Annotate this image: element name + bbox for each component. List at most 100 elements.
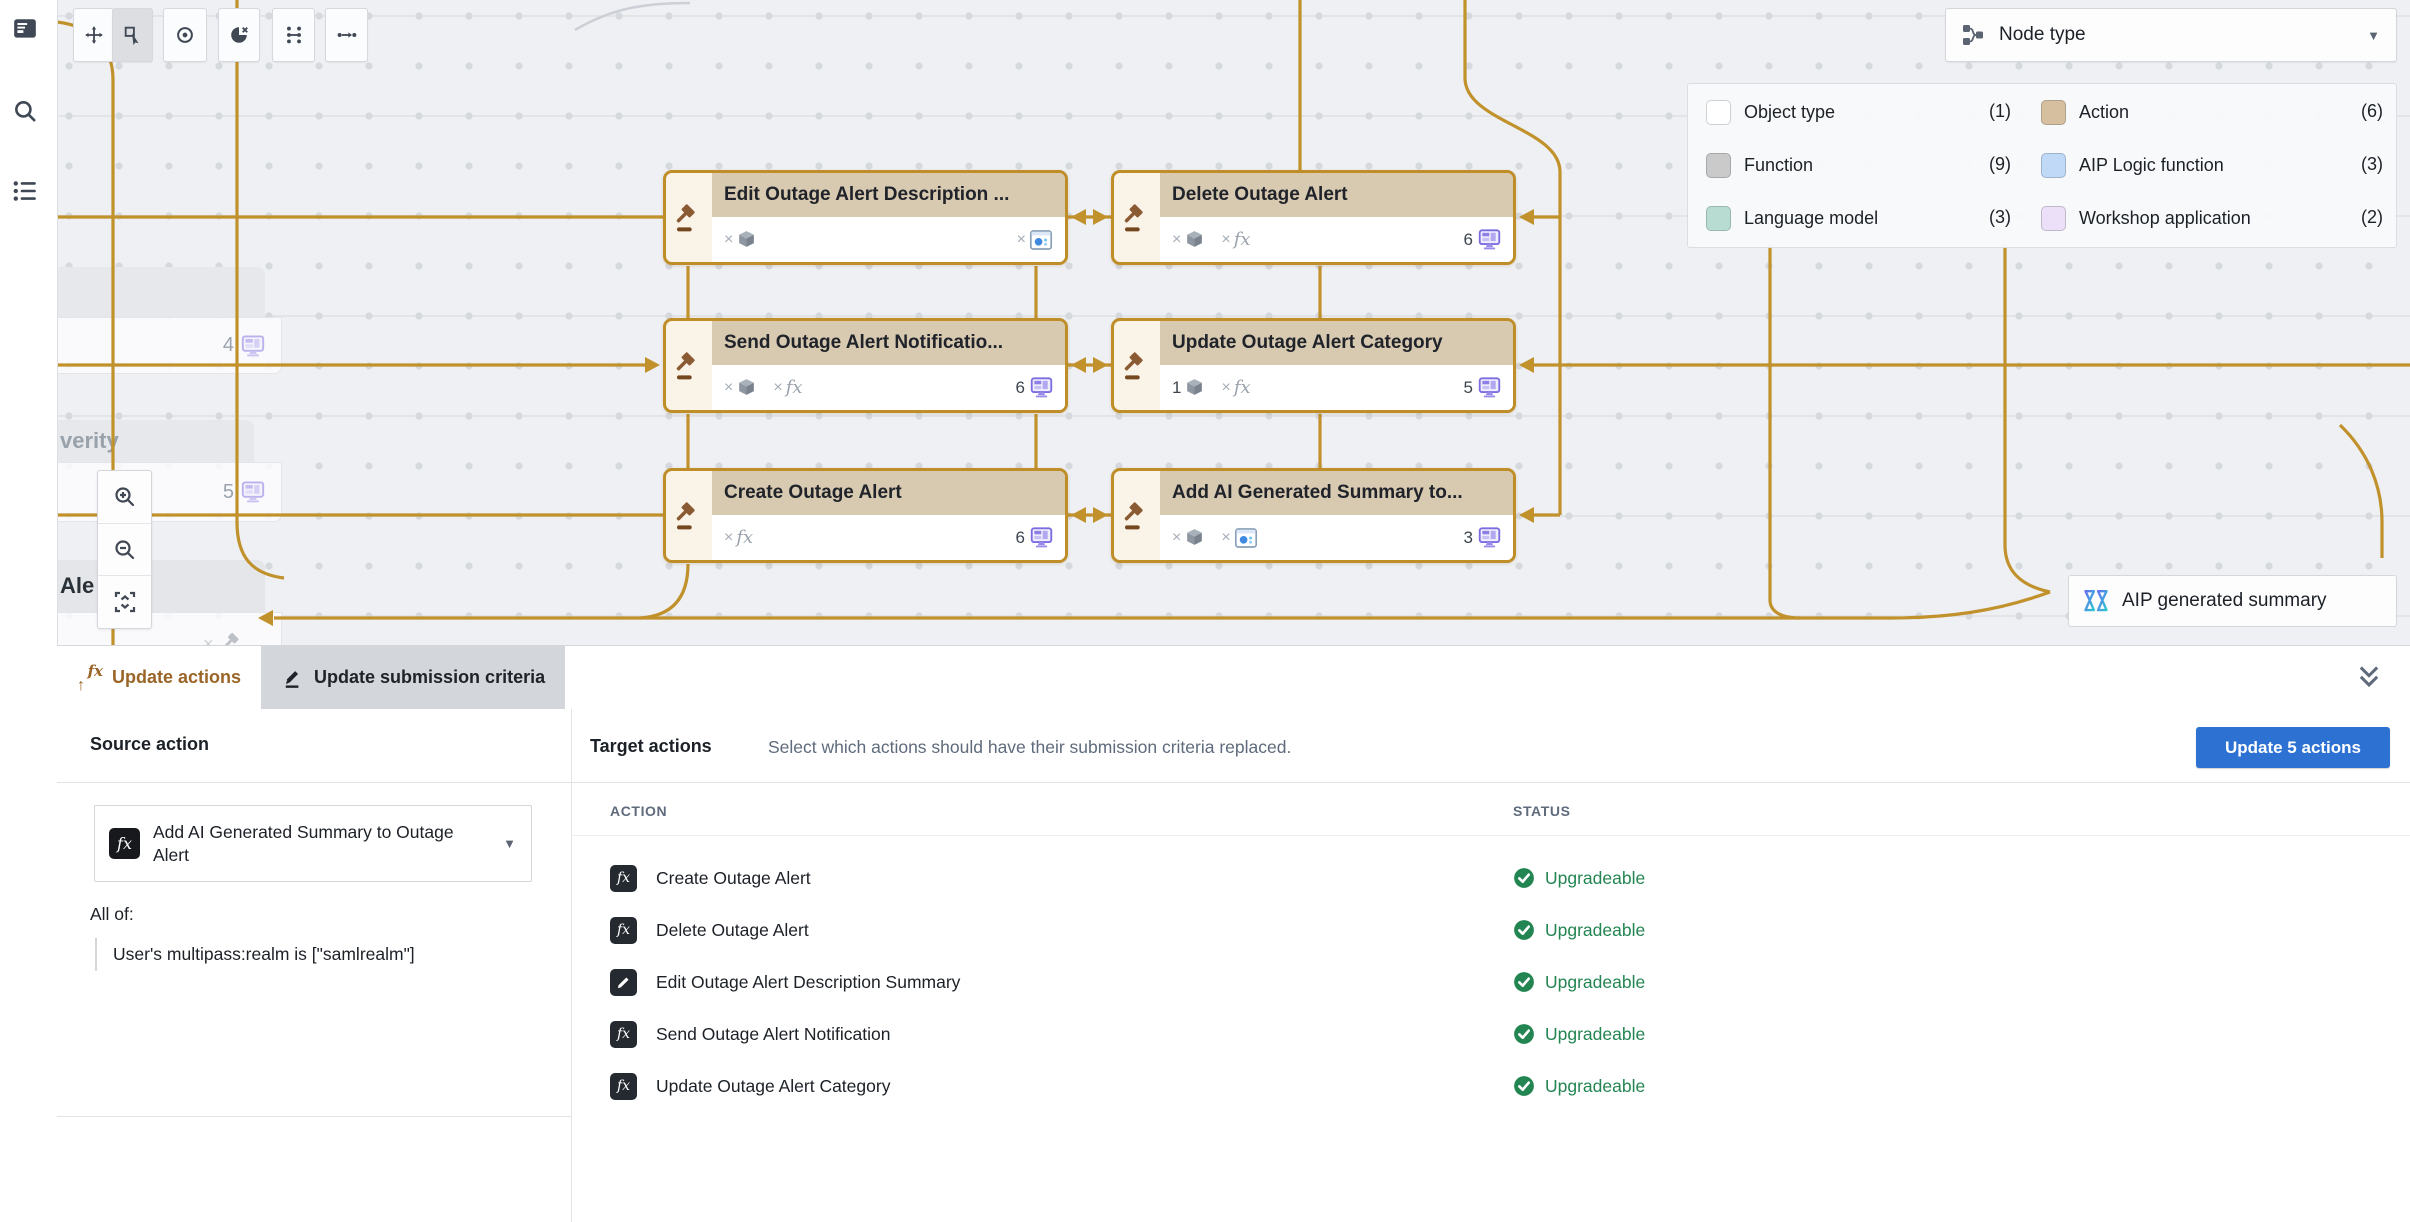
application-icon <box>1029 229 1053 250</box>
cube-icon <box>1187 379 1203 395</box>
zoom-fit-button[interactable] <box>98 576 151 628</box>
target-action-row[interactable]: fx Update Outage Alert Category Upgradea… <box>610 1062 2310 1110</box>
list-icon[interactable] <box>12 178 38 204</box>
layout-tool-button[interactable] <box>272 8 315 62</box>
usage-count: 5 <box>1464 376 1501 399</box>
cube-icon <box>739 231 755 247</box>
legend-item: Action <box>2041 98 2129 126</box>
node-type-label: Node type <box>1999 24 2086 45</box>
status-badge: Upgradeable <box>1513 1023 1645 1045</box>
legend-swatch <box>1706 99 1731 125</box>
function-icon: fx <box>610 1072 637 1100</box>
legend-swatch <box>1706 205 1731 231</box>
object-chip: 1 <box>1172 377 1205 398</box>
target-tool-button[interactable] <box>163 8 207 62</box>
target-action-row[interactable]: fx Delete Outage Alert Upgradeable <box>610 906 2310 954</box>
ghost-node: 5 <box>58 462 282 522</box>
check-circle-icon <box>1514 920 1534 940</box>
action-node-add-ai-generated-summary[interactable]: Add AI Generated Summary to... × × 3 <box>1111 468 1516 563</box>
source-action-value: Add AI Generated Summary to Outage Alert <box>153 821 454 865</box>
ghost-count: 4 <box>222 334 234 356</box>
canvas-zoom-controls <box>97 470 152 629</box>
action-node-send-outage-alert-notification[interactable]: Send Outage Alert Notificatio... × × fx 6 <box>663 318 1068 413</box>
panel-vertical-divider <box>571 709 572 1222</box>
usage-count: 3 <box>1464 526 1501 549</box>
action-node-delete-outage-alert[interactable]: Delete Outage Alert × × fx 6 <box>1111 170 1516 265</box>
update-actions-button[interactable]: Update 5 actions <box>2196 727 2390 768</box>
workshop-chip: × <box>1017 228 1053 252</box>
ghost-node-header: Ale <box>58 560 265 612</box>
legend-swatch <box>2041 205 2066 231</box>
cube-icon <box>1187 231 1203 247</box>
gavel-icon <box>676 501 695 529</box>
gavel-icon <box>1124 501 1143 529</box>
legend-item: Workshop application <box>2041 204 2251 232</box>
check-circle-icon <box>1514 972 1534 992</box>
select-tool-button[interactable] <box>112 8 153 62</box>
monitor-icon <box>1030 377 1053 398</box>
target-action-row[interactable]: Edit Outage Alert Description Summary Up… <box>610 958 2310 1006</box>
application-icon <box>1234 527 1257 548</box>
tab-update-submission-criteria[interactable]: Update submission criteria <box>261 646 566 709</box>
node-title: Create Outage Alert <box>724 482 902 503</box>
monitor-icon <box>241 481 265 503</box>
panel-log-icon[interactable] <box>12 16 38 42</box>
search-icon[interactable] <box>12 98 38 124</box>
zoom-in-button[interactable] <box>98 471 151 524</box>
cube-icon <box>739 379 755 395</box>
node-type-dropdown[interactable]: Node type ▼ <box>1945 8 2397 62</box>
collapse-panel-chevrons-icon[interactable] <box>2354 664 2384 692</box>
status-badge: Upgradeable <box>1513 867 1645 889</box>
usage-count: 6 <box>1464 228 1501 251</box>
source-footer-divider <box>57 1116 571 1117</box>
monitor-icon <box>1478 229 1501 250</box>
legend-item: Function <box>1706 151 1813 179</box>
object-chip: × <box>724 377 757 398</box>
ghost-node-title: Ale <box>60 573 95 598</box>
monitor-icon <box>1478 527 1501 548</box>
sidebar-divider <box>57 0 58 645</box>
check-circle-icon <box>1514 1024 1534 1044</box>
action-node-edit-outage-alert-description[interactable]: Edit Outage Alert Description ... × × <box>663 170 1068 265</box>
node-title: Add AI Generated Summary to... <box>1172 482 1463 503</box>
legend-swatch <box>2041 152 2066 178</box>
target-action-row[interactable]: fx Send Outage Alert Notification Upgrad… <box>610 1010 2310 1058</box>
chevron-down-icon: ▼ <box>2367 27 2380 43</box>
zoom-out-button[interactable] <box>98 524 151 577</box>
monitor-icon <box>1478 377 1501 398</box>
connect-tool-button[interactable] <box>325 8 368 62</box>
chevron-down-icon: ▼ <box>503 836 516 851</box>
source-action-select[interactable]: fx Add AI Generated Summary to Outage Al… <box>94 805 532 882</box>
source-action-heading: Source action <box>90 734 210 754</box>
ghost-node: 4 <box>58 317 282 374</box>
bottom-panel: fx ↑ Update actions Update submission cr… <box>0 645 2410 1222</box>
action-node-create-outage-alert[interactable]: Create Outage Alert × fx 6 <box>663 468 1068 563</box>
ghost-node-header <box>58 267 265 317</box>
function-icon: fx <box>610 864 637 892</box>
submission-criteria-text: User's multipass:realm is ["samlrealm"] <box>95 938 415 971</box>
column-header-action: ACTION <box>610 803 668 819</box>
ghost-count: 5 <box>222 480 234 503</box>
usage-count: 6 <box>1016 376 1053 399</box>
function-chip: × fx <box>724 527 754 548</box>
legend-item: AIP Logic function <box>2041 151 2224 179</box>
check-circle-icon <box>1514 1076 1534 1096</box>
node-type-legend: Object type (1) Action (6) Function (9) … <box>1687 83 2397 248</box>
action-node-update-outage-alert-category[interactable]: Update Outage Alert Category 1 × fx 5 <box>1111 318 1516 413</box>
function-icon: fx <box>610 1020 637 1048</box>
function-icon: fx <box>610 916 637 944</box>
pan-tool-button[interactable] <box>73 8 114 62</box>
legend-item: Object type <box>1706 98 1835 126</box>
graph-merge-icon <box>1963 25 1983 45</box>
pie-remove-tool-button[interactable] <box>218 8 260 62</box>
target-action-row[interactable]: fx Create Outage Alert Upgradeable <box>610 854 2310 902</box>
column-header-status: STATUS <box>1513 803 1571 819</box>
aip-generated-summary-chip[interactable]: AIP generated summary <box>2068 575 2397 627</box>
gavel-icon <box>676 351 695 379</box>
target-actions-heading: Target actions <box>590 736 712 756</box>
monitor-icon <box>241 334 265 356</box>
check-circle-icon <box>1514 868 1534 888</box>
status-badge: Upgradeable <box>1513 919 1645 941</box>
object-chip: × <box>1172 527 1205 548</box>
tab-update-actions[interactable]: fx ↑ Update actions <box>57 646 261 709</box>
